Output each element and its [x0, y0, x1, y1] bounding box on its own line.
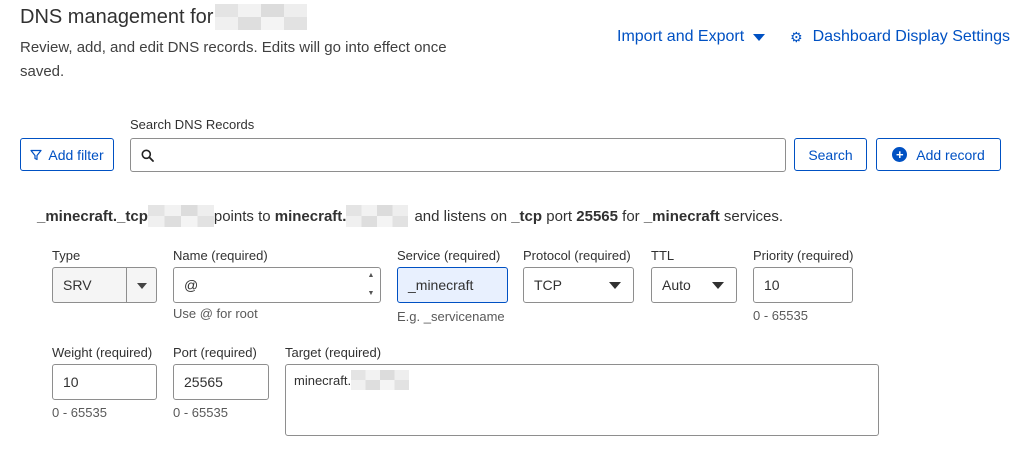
summary-target: minecraft.: [274, 207, 347, 225]
caret-down-icon: [137, 283, 147, 289]
page-title: DNS management for: [20, 4, 308, 30]
weight-value: 10: [63, 374, 79, 390]
redacted-domain: [351, 370, 410, 390]
priority-input[interactable]: 10: [753, 267, 853, 303]
service-value: _minecraft: [408, 277, 474, 293]
name-input[interactable]: @ ▲ ▼: [173, 267, 381, 303]
port-hint: 0 - 65535: [173, 405, 228, 420]
type-select[interactable]: SRV: [52, 267, 157, 303]
port-value: 25565: [184, 374, 223, 390]
caret-down-icon: [609, 282, 621, 289]
add-filter-label: Add filter: [48, 146, 104, 163]
summary-port-word: port: [546, 207, 573, 225]
protocol-select[interactable]: TCP: [523, 267, 634, 303]
summary-port: 25565: [576, 207, 618, 225]
spinner-down-icon[interactable]: ▼: [368, 288, 375, 300]
type-value: SRV: [63, 277, 92, 293]
page-title-text: DNS management for: [20, 5, 214, 28]
port-input[interactable]: 25565: [173, 364, 269, 400]
ttl-label: TTL: [651, 248, 675, 263]
target-value: minecraft.: [294, 373, 352, 388]
priority-label: Priority (required): [753, 248, 854, 263]
summary-services-word: services.: [723, 207, 784, 225]
add-filter-button[interactable]: Add filter: [20, 138, 114, 171]
search-field: [130, 138, 786, 172]
summary-points-to: points to: [213, 207, 271, 225]
protocol-label: Protocol (required): [523, 248, 631, 263]
select-divider: [126, 268, 127, 302]
dashboard-display-settings-label: Dashboard Display Settings: [812, 28, 1010, 45]
search-button[interactable]: Search: [794, 138, 867, 171]
gear-icon: ⚙: [790, 28, 803, 45]
type-label: Type: [52, 248, 81, 263]
summary-record-name: _minecraft._tcp: [37, 207, 148, 225]
service-hint: E.g. _servicename: [397, 309, 505, 324]
plus-circle-icon: +: [892, 147, 908, 162]
service-label: Service (required): [397, 248, 501, 263]
target-label: Target (required): [285, 345, 382, 360]
caret-down-icon: [753, 33, 766, 41]
redacted-domain: [346, 205, 409, 227]
search-icon: [141, 149, 154, 162]
summary-for-word: for: [622, 207, 640, 225]
redacted-domain: [215, 4, 308, 30]
name-hint: Use @ for root: [173, 306, 258, 321]
spinner-up-icon[interactable]: ▲: [368, 270, 375, 282]
add-record-label: Add record: [916, 146, 985, 163]
dashboard-display-settings-link[interactable]: ⚙ Dashboard Display Settings: [790, 28, 1010, 46]
service-input[interactable]: _minecraft: [397, 267, 508, 303]
weight-input[interactable]: 10: [52, 364, 157, 400]
protocol-value: TCP: [534, 277, 562, 293]
ttl-value: Auto: [662, 277, 691, 293]
name-value: @: [184, 277, 199, 293]
weight-hint: 0 - 65535: [52, 405, 107, 420]
priority-value: 10: [764, 277, 780, 293]
redacted-domain: [147, 205, 214, 227]
record-summary: _minecraft._tcp points to minecraft. and…: [37, 205, 783, 227]
summary-service: _minecraft: [643, 207, 720, 225]
search-input[interactable]: [154, 139, 785, 171]
target-textarea[interactable]: minecraft.: [285, 364, 879, 436]
caret-down-icon: [712, 282, 724, 289]
add-record-button[interactable]: + Add record: [876, 138, 1001, 171]
name-spinner[interactable]: ▲ ▼: [364, 270, 378, 300]
weight-label: Weight (required): [52, 345, 153, 360]
filter-icon: [30, 149, 42, 160]
priority-hint: 0 - 65535: [753, 308, 808, 323]
search-label: Search DNS Records: [130, 117, 255, 132]
import-export-label: Import and Export: [617, 28, 745, 45]
summary-listens-on: and listens on: [414, 207, 508, 225]
ttl-select[interactable]: Auto: [651, 267, 737, 303]
page-subtitle: Review, add, and edit DNS records. Edits…: [20, 39, 447, 80]
summary-protocol: _tcp: [511, 207, 543, 225]
port-label: Port (required): [173, 345, 257, 360]
import-export-dropdown[interactable]: Import and Export: [617, 28, 766, 46]
name-label: Name (required): [173, 248, 268, 263]
